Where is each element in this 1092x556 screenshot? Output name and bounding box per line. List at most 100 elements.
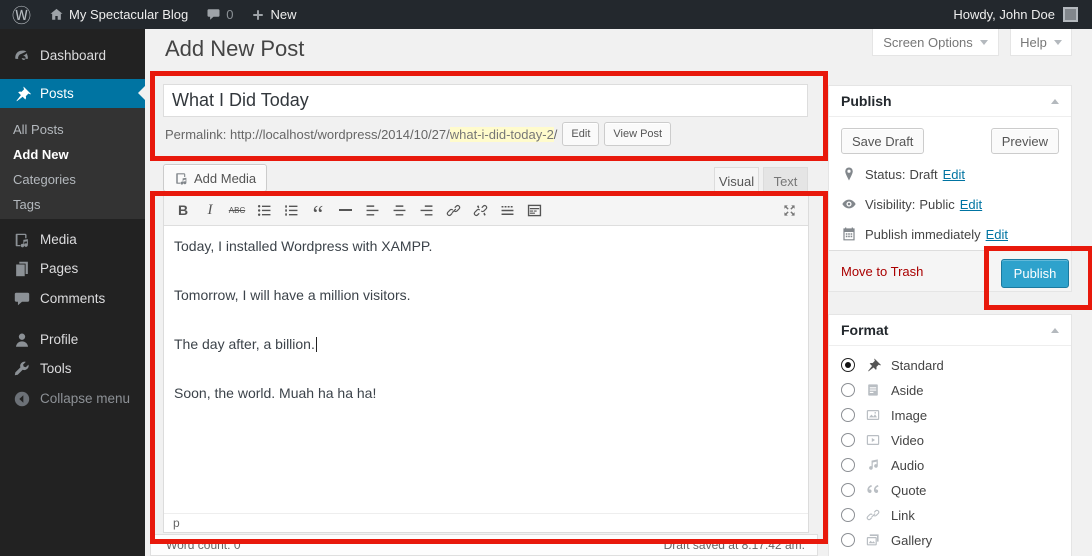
admin-bar-comments[interactable]: 0 — [197, 0, 242, 29]
strikethrough-icon[interactable]: ABC — [225, 198, 249, 222]
format-option-aside[interactable]: Aside — [841, 380, 924, 400]
image-icon — [865, 407, 881, 423]
view-post-button[interactable]: View Post — [604, 122, 671, 146]
horizontal-rule-icon[interactable] — [333, 198, 357, 222]
word-count-label: Word count: — [166, 538, 230, 552]
tab-visual[interactable]: Visual — [714, 167, 759, 194]
sidebar-label: Pages — [40, 261, 78, 276]
video-icon — [865, 432, 881, 448]
visibility-edit-link[interactable]: Edit — [960, 197, 982, 212]
radio-audio[interactable] — [841, 458, 855, 472]
schedule-edit-link[interactable]: Edit — [986, 227, 1008, 242]
new-label: New — [270, 7, 296, 22]
sidebar-item-dashboard[interactable]: Dashboard — [0, 41, 145, 70]
preview-button[interactable]: Preview — [991, 128, 1059, 154]
word-count-value: 0 — [234, 538, 241, 552]
collapse-toggle-icon[interactable] — [1051, 328, 1059, 333]
permalink-edit-button[interactable]: Edit — [562, 122, 599, 146]
submenu-item-all-posts[interactable]: All Posts — [0, 117, 145, 142]
page-title: Add New Post — [165, 36, 304, 62]
tools-icon — [13, 360, 31, 378]
bold-icon[interactable]: B — [171, 198, 195, 222]
format-option-gallery[interactable]: Gallery — [841, 530, 932, 550]
radio-image[interactable] — [841, 408, 855, 422]
site-name: My Spectacular Blog — [69, 7, 188, 22]
align-right-icon[interactable] — [414, 198, 438, 222]
sidebar-item-tools[interactable]: Tools — [0, 354, 145, 383]
status-row: Status: Draft Edit — [841, 164, 965, 184]
audio-icon — [865, 457, 881, 473]
add-media-button[interactable]: Add Media — [163, 164, 267, 192]
format-option-audio[interactable]: Audio — [841, 455, 924, 475]
format-option-link[interactable]: Link — [841, 505, 915, 525]
format-label: Aside — [891, 383, 924, 398]
permalink-label: Permalink: — [165, 127, 226, 142]
schedule-label: Publish immediately — [865, 227, 981, 242]
format-option-standard[interactable]: Standard — [841, 355, 944, 375]
status-edit-link[interactable]: Edit — [943, 167, 965, 182]
collapse-toggle-icon[interactable] — [1051, 99, 1059, 104]
draft-saved-text: Draft saved at 8:17:42 am. — [664, 538, 817, 552]
blockquote-icon[interactable]: “ — [306, 193, 330, 227]
save-draft-button[interactable]: Save Draft — [841, 128, 924, 154]
editor-status-bar: Word count: 0 Draft saved at 8:17:42 am. — [150, 534, 818, 556]
sidebar-item-comments[interactable]: Comments — [0, 284, 145, 313]
editor-element-path[interactable]: p — [164, 513, 808, 532]
permalink-trailing-slash: / — [554, 127, 558, 142]
admin-bar-new-button[interactable]: New — [242, 0, 305, 29]
submenu-item-add-new[interactable]: Add New — [0, 142, 145, 167]
screen-options-button[interactable]: Screen Options — [872, 29, 999, 56]
format-label: Standard — [891, 358, 944, 373]
status-pin-icon — [841, 166, 857, 182]
sidebar-item-posts[interactable]: Posts — [0, 79, 145, 108]
italic-icon[interactable]: I — [198, 198, 222, 222]
help-button[interactable]: Help — [1010, 29, 1072, 56]
bulleted-list-icon[interactable] — [252, 198, 276, 222]
editor-toolbar: B I ABC “ — [164, 195, 808, 226]
distraction-free-icon[interactable] — [777, 198, 801, 222]
format-option-quote[interactable]: Quote — [841, 480, 926, 500]
radio-aside[interactable] — [841, 383, 855, 397]
format-box-header[interactable]: Format — [829, 315, 1071, 346]
format-label: Link — [891, 508, 915, 523]
submenu-item-categories[interactable]: Categories — [0, 167, 145, 192]
radio-video[interactable] — [841, 433, 855, 447]
align-left-icon[interactable] — [360, 198, 384, 222]
tab-text[interactable]: Text — [763, 167, 808, 194]
radio-quote[interactable] — [841, 483, 855, 497]
permalink-base: http://localhost/wordpress/2014/10/27/ — [230, 127, 450, 142]
format-label: Audio — [891, 458, 924, 473]
insert-link-icon[interactable] — [441, 198, 465, 222]
align-center-icon[interactable] — [387, 198, 411, 222]
numbered-list-icon[interactable] — [279, 198, 303, 222]
schedule-row: Publish immediately Edit — [841, 224, 1008, 244]
sidebar-item-collapse-menu[interactable]: Collapse menu — [0, 384, 145, 413]
format-option-image[interactable]: Image — [841, 405, 927, 425]
comment-icon — [206, 7, 221, 22]
howdy-account-link[interactable]: Howdy, John Doe — [953, 7, 1055, 22]
submenu-item-tags[interactable]: Tags — [0, 192, 145, 217]
collapse-icon — [13, 390, 31, 408]
add-media-label: Add Media — [194, 171, 256, 186]
format-box-title: Format — [841, 322, 888, 338]
sidebar-item-pages[interactable]: Pages — [0, 254, 145, 283]
move-to-trash-link[interactable]: Move to Trash — [841, 264, 923, 279]
remove-link-icon[interactable] — [468, 198, 492, 222]
site-name-link[interactable]: My Spectacular Blog — [40, 0, 197, 29]
radio-standard[interactable] — [841, 358, 855, 372]
more-tag-icon[interactable] — [495, 198, 519, 222]
wordpress-logo-icon[interactable]: Ⓦ — [0, 0, 40, 29]
sidebar-item-media[interactable]: Media — [0, 225, 145, 254]
publish-box-header[interactable]: Publish — [829, 86, 1071, 117]
comments-icon — [13, 290, 31, 308]
radio-gallery[interactable] — [841, 533, 855, 547]
radio-link[interactable] — [841, 508, 855, 522]
sidebar-item-profile[interactable]: Profile — [0, 325, 145, 354]
toolbar-toggle-icon[interactable] — [522, 198, 546, 222]
format-option-video[interactable]: Video — [841, 430, 924, 450]
sidebar-label: Collapse menu — [40, 391, 130, 406]
sidebar-label: Dashboard — [40, 48, 106, 63]
post-title-input[interactable] — [163, 84, 808, 117]
editor-content[interactable]: Today, I installed Wordpress with XAMPP.… — [164, 226, 808, 513]
publish-button[interactable]: Publish — [1001, 259, 1069, 288]
